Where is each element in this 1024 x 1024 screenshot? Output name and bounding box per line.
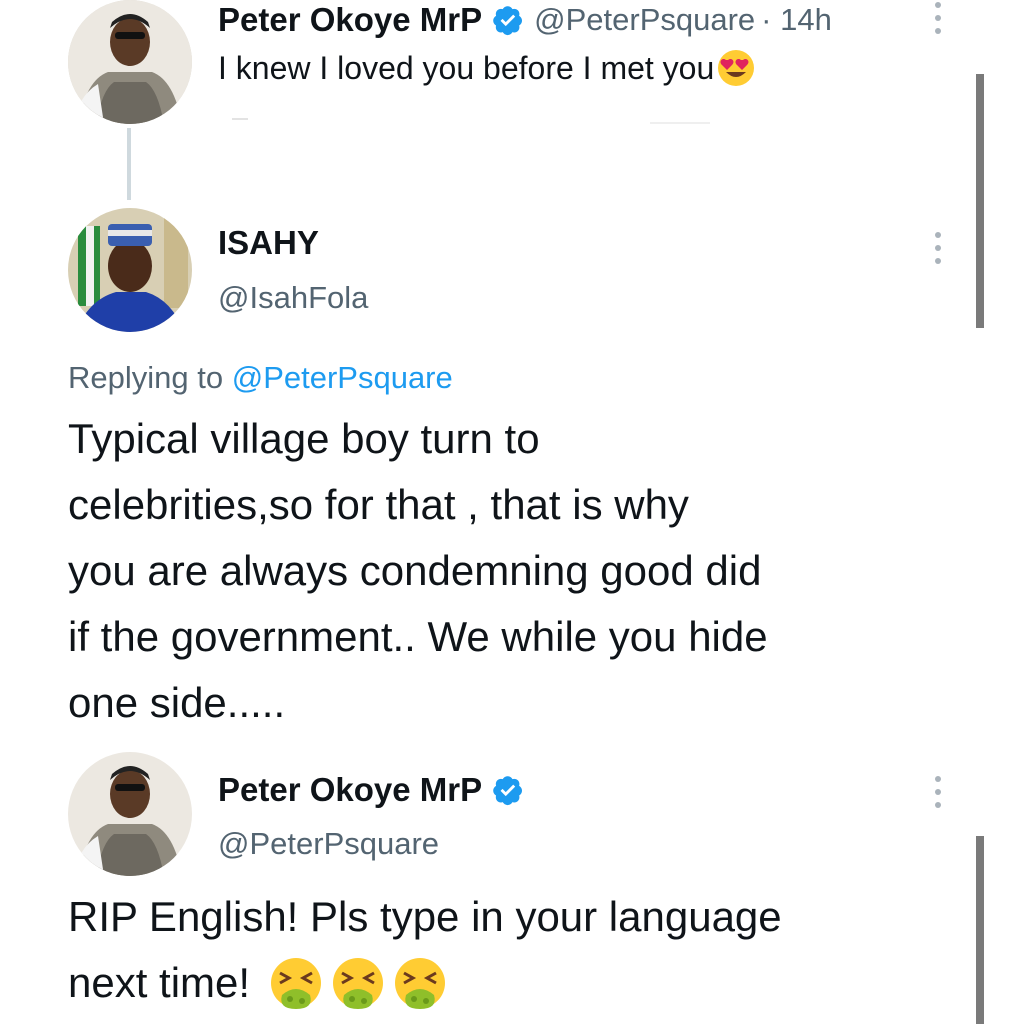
scrollbar-thumb[interactable] <box>976 74 984 328</box>
tweet1-author-name[interactable]: Peter Okoye MrP <box>218 1 482 39</box>
tweet2-text-line: celebrities,so for that , that is why <box>68 481 689 528</box>
avatar-peter-okoye[interactable] <box>68 752 192 876</box>
tweet3-text-line-wrap: next time! <box>68 950 968 1016</box>
tweet1-timestamp[interactable]: · 14h <box>761 2 832 38</box>
emoji-row <box>268 955 448 1011</box>
verified-badge-icon <box>493 776 523 806</box>
tweet1-text-content: I knew I loved you before I met you <box>218 49 715 86</box>
tweet2-text-line: Typical village boy turn to <box>68 415 540 462</box>
avatar-peter-okoye[interactable] <box>68 0 192 124</box>
tweet2-text-line: if the government.. We while you hide <box>68 613 768 660</box>
heart-eyes-emoji-icon <box>718 50 755 86</box>
tweet3-more-menu-icon[interactable] <box>934 776 942 808</box>
nauseated-face-emoji-icon <box>333 958 384 1009</box>
replying-to-link[interactable]: @PeterPsquare <box>232 360 453 395</box>
tweet3-text-line: next time! <box>68 959 251 1006</box>
tweet1-more-menu-icon[interactable] <box>934 2 942 34</box>
tweet2-text-line: one side..... <box>68 679 286 726</box>
tweet3-text: RIP English! Pls type in your language n… <box>68 884 968 1016</box>
nauseated-face-emoji-icon <box>271 958 322 1009</box>
replying-prefix: Replying to <box>68 360 224 395</box>
tweet2-handle[interactable]: @IsahFola <box>218 280 368 316</box>
tweet2-more-menu-icon[interactable] <box>934 232 942 264</box>
verified-badge-icon <box>493 6 523 36</box>
tweet1-handle[interactable]: @PeterPsquare <box>534 2 755 38</box>
tweet3-handle[interactable]: @PeterPsquare <box>218 826 439 862</box>
tweet2-text-line: you are always condemning good did <box>68 547 762 594</box>
tweet3-author-name[interactable]: Peter Okoye MrP <box>218 771 482 809</box>
replying-to-line: Replying to @PeterPsquare <box>68 360 453 396</box>
tweet1-text: I knew I loved you before I met you <box>218 48 756 88</box>
thread-line <box>127 128 131 200</box>
divider <box>232 118 248 120</box>
tweet2-author-name[interactable]: ISAHY <box>218 224 319 262</box>
nauseated-face-emoji-icon <box>395 958 446 1009</box>
tweet1-header: Peter Okoye MrP @PeterPsquare · 14h <box>218 0 832 40</box>
tweet3-header: Peter Okoye MrP <box>218 770 524 810</box>
tweet2-text: Typical village boy turn to celebrities,… <box>68 406 968 736</box>
avatar-isahy[interactable] <box>68 208 192 332</box>
scrollbar-thumb[interactable] <box>976 836 984 1024</box>
tweet3-text-line: RIP English! Pls type in your language <box>68 893 782 940</box>
divider <box>650 122 710 124</box>
